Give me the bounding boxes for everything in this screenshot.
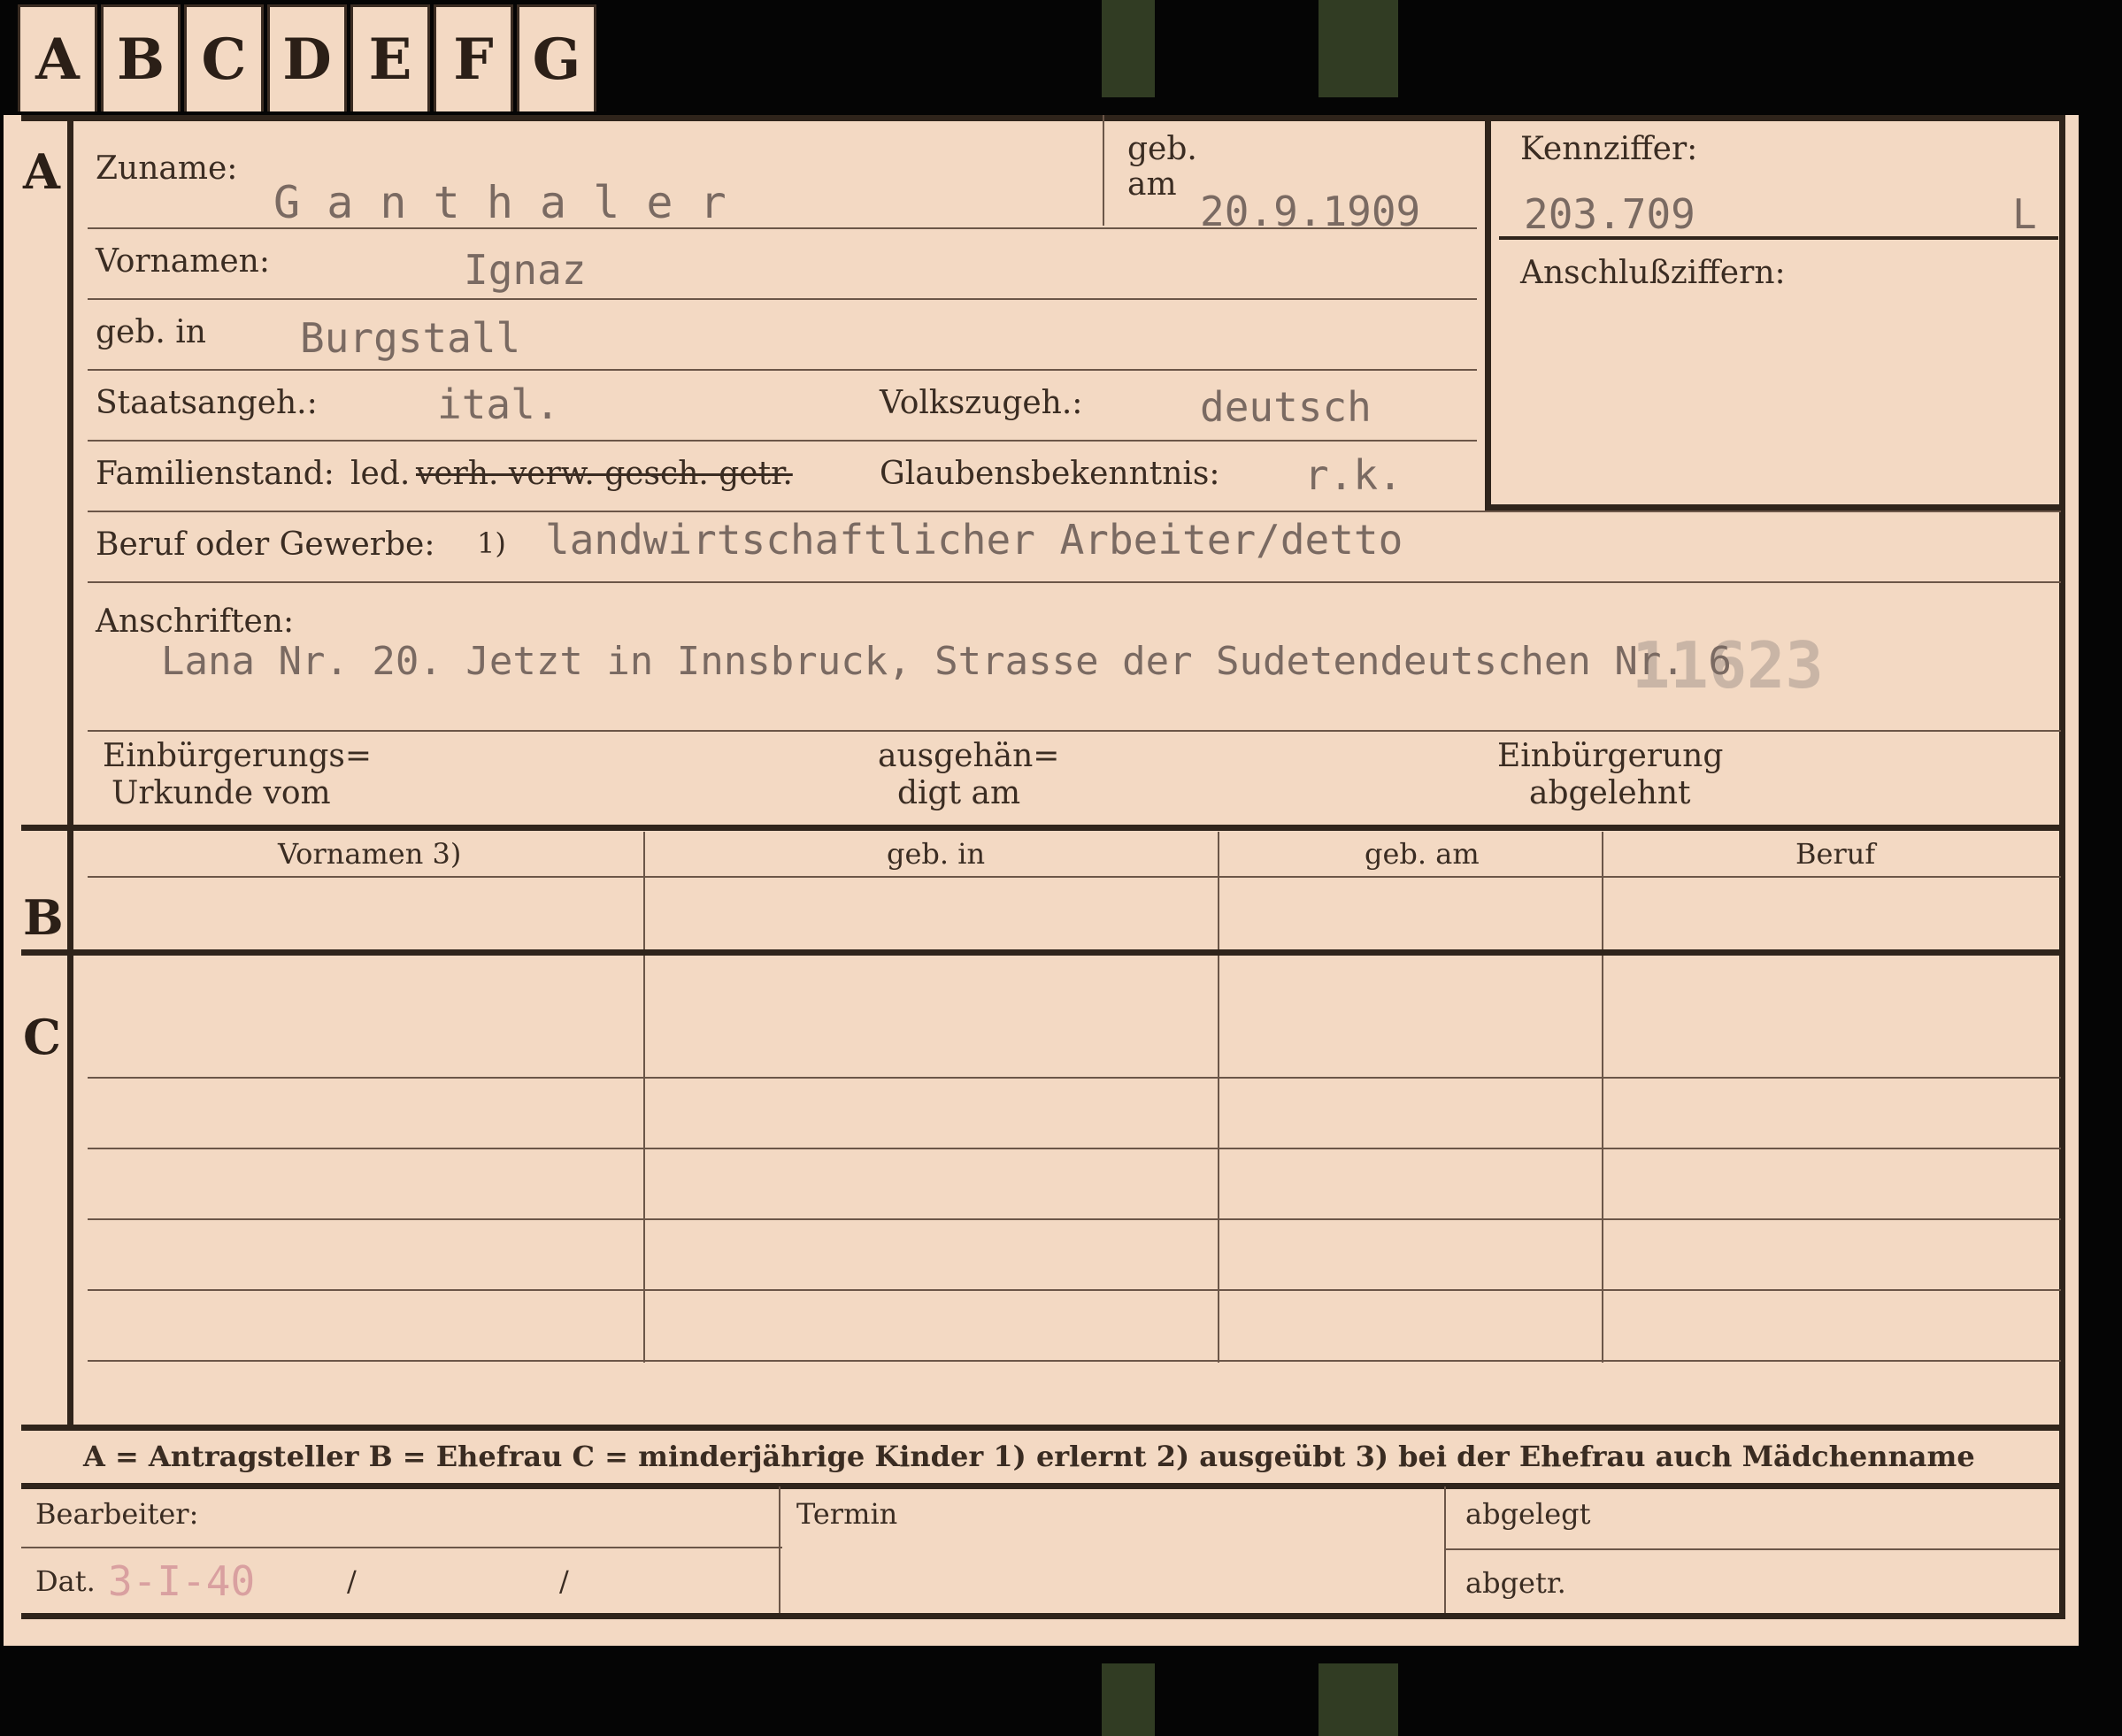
bearbeiter-label: Bearbeiter: — [35, 1497, 199, 1531]
volkszugeh-label: Volkszugeh.: — [880, 385, 1083, 421]
anschriften-value: Lana Nr. 20. Jetzt in Innsbruck, Strasse… — [161, 639, 1732, 684]
scan-mark — [1319, 1663, 1398, 1736]
header-beruf: Beruf — [1795, 837, 1876, 871]
tab-f: F — [434, 4, 513, 111]
row-rule — [88, 1360, 2061, 1362]
header-geb-am: geb. am — [1365, 837, 1480, 871]
section-letter-c: C — [23, 1009, 61, 1065]
card-bottom-border — [21, 1613, 2065, 1619]
tab-g: G — [517, 4, 596, 111]
dat-separator: / — [347, 1564, 357, 1598]
tab-a: A — [18, 4, 97, 111]
vornamen-label: Vornamen: — [96, 243, 270, 280]
kennziffer-box-left — [1485, 115, 1491, 510]
kennziffer-suffix: L — [2012, 190, 2037, 238]
ausgehaendigt-label-1: ausgehän= — [878, 738, 1060, 774]
section-c-top — [21, 949, 2065, 956]
einb-abgelehnt-label-1: Einbürgerung — [1497, 738, 1724, 774]
geb-in-label: geb. in — [96, 314, 206, 350]
rule — [88, 369, 1477, 371]
glaubens-value: r.k. — [1304, 451, 1403, 499]
scan-mark — [1102, 1663, 1155, 1736]
beruf-footnote: 1) — [477, 526, 506, 560]
header-geb-in: geb. in — [887, 837, 986, 871]
kennziffer-label: Kennziffer: — [1520, 131, 1698, 167]
kennziffer-box-bottom — [1485, 504, 2065, 511]
einb-abgelehnt-label-2: abgelehnt — [1529, 775, 1691, 811]
staatsangeh-label: Staatsangeh.: — [96, 385, 318, 421]
familienstand-label: Familienstand: — [96, 456, 334, 492]
row-rule — [88, 1148, 2061, 1149]
geb-in-value: Burgstall — [300, 314, 521, 362]
familienstand-led: led. — [350, 456, 411, 492]
legend: A = Antragsteller B = Ehefrau C = minder… — [83, 1440, 1975, 1473]
legend-top — [21, 1425, 2065, 1431]
rule — [88, 298, 1477, 300]
beruf-value: landwirtschaftlicher Arbeiter/detto — [545, 516, 1403, 564]
footer-divider — [1444, 1486, 1446, 1615]
geb-label: geb. — [1127, 131, 1197, 167]
dat-value: 3-I-40 — [108, 1557, 256, 1605]
volkszugeh-value: deutsch — [1200, 383, 1372, 431]
zuname-label: Zuname: — [96, 150, 238, 187]
anschriften-label: Anschriften: — [96, 603, 295, 640]
rule — [1446, 1548, 2059, 1550]
kennziffer-rule — [1499, 236, 2058, 240]
termin-label: Termin — [796, 1497, 898, 1531]
divider — [1103, 115, 1104, 226]
left-border — [67, 115, 73, 1425]
row-rule — [88, 1289, 2061, 1291]
col-divider — [1218, 956, 1219, 1363]
scan-mark — [1102, 0, 1155, 97]
kennziffer-value: 203.709 — [1524, 190, 1695, 238]
header-vornamen: Vornamen 3) — [278, 837, 462, 871]
abgelegt-label: abgelegt — [1465, 1497, 1591, 1531]
tab-d: D — [267, 4, 347, 111]
rule — [21, 1547, 782, 1548]
abgetr-label: abgetr. — [1465, 1566, 1566, 1600]
section-letter-a: A — [23, 143, 60, 200]
dat-separator: / — [559, 1564, 569, 1598]
card-top-border — [21, 115, 2065, 121]
index-tabs: A B C D E F G — [18, 4, 600, 111]
registration-card: A B C Zuname: G a n t h a l e r geb. am … — [4, 115, 2079, 1646]
rule — [88, 227, 1477, 229]
anschluss-label: Anschlußziffern: — [1520, 255, 1786, 291]
col-divider — [643, 956, 645, 1363]
zuname-value: G a n t h a l e r — [273, 177, 727, 228]
vornamen-value: Ignaz — [464, 246, 587, 294]
am-label: am — [1127, 166, 1177, 203]
einb-urkunde-label-1: Einbürgerungs= — [103, 738, 373, 774]
tab-c: C — [184, 4, 264, 111]
tab-b: B — [101, 4, 181, 111]
header-rule — [88, 876, 2061, 878]
staatsangeh-value: ital. — [437, 380, 560, 428]
glaubens-label: Glaubensbekenntnis: — [880, 456, 1220, 492]
col-divider — [1602, 832, 1603, 951]
familienstand-struck-options: verh. verw. gesch. getr. — [416, 456, 793, 492]
row-rule — [88, 1218, 2061, 1220]
scan-mark — [1319, 0, 1398, 97]
rule — [88, 511, 2061, 512]
right-border — [2059, 115, 2065, 1619]
section-letter-b: B — [23, 889, 64, 946]
legend-bottom — [21, 1483, 2065, 1489]
row-rule — [88, 1077, 2061, 1079]
beruf-label: Beruf oder Gewerbe: — [96, 526, 435, 563]
col-divider — [1602, 956, 1603, 1363]
footer-divider — [779, 1486, 780, 1615]
col-divider — [643, 832, 645, 951]
dat-label: Dat. — [35, 1564, 96, 1598]
ausgehaendigt-label-2: digt am — [897, 775, 1021, 811]
section-b-top — [21, 825, 2065, 831]
einb-urkunde-label-2: Urkunde vom — [111, 775, 331, 811]
rule — [88, 730, 2061, 732]
rule — [88, 581, 2061, 583]
rule — [88, 440, 1477, 442]
col-divider — [1218, 832, 1219, 951]
tab-e: E — [350, 4, 430, 111]
